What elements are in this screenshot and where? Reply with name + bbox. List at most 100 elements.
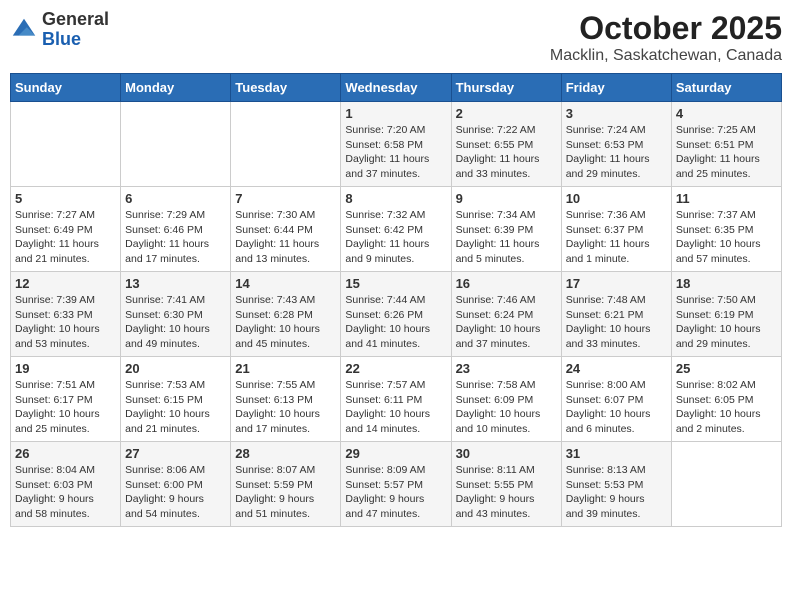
day-info: Sunrise: 7:41 AM Sunset: 6:30 PM Dayligh… [125, 293, 226, 352]
logo: General Blue [10, 10, 109, 50]
day-number: 22 [345, 361, 446, 376]
day-info: Sunrise: 8:04 AM Sunset: 6:03 PM Dayligh… [15, 463, 116, 522]
header-tuesday: Tuesday [231, 74, 341, 102]
day-number: 2 [456, 106, 557, 121]
day-number: 11 [676, 191, 777, 206]
day-number: 24 [566, 361, 667, 376]
calendar-cell: 16 Sunrise: 7:46 AM Sunset: 6:24 PM Dayli… [451, 272, 561, 357]
day-info: Sunrise: 7:24 AM Sunset: 6:53 PM Dayligh… [566, 123, 667, 182]
day-number: 6 [125, 191, 226, 206]
day-info: Sunrise: 7:51 AM Sunset: 6:17 PM Dayligh… [15, 378, 116, 437]
calendar-cell: 22Sunrise: 7:57 AM Sunset: 6:11 PM Dayli… [341, 357, 451, 442]
calendar-cell [671, 442, 781, 527]
day-number: 31 [566, 446, 667, 461]
day-number: 7 [235, 191, 336, 206]
day-info: Sunrise: 8:06 AM Sunset: 6:00 PM Dayligh… [125, 463, 226, 522]
day-info: Sunrise: 7:30 AM Sunset: 6:44 PM Dayligh… [235, 208, 336, 267]
calendar-cell: 19 Sunrise: 7:51 AM Sunset: 6:17 PM Dayli… [11, 357, 121, 442]
calendar-cell: 1Sunrise: 7:20 AM Sunset: 6:58 PM Daylig… [341, 102, 451, 187]
calendar-cell: 2 Sunrise: 7:22 AM Sunset: 6:55 PM Daylig… [451, 102, 561, 187]
day-number: 29 [345, 446, 446, 461]
calendar-subtitle: Macklin, Saskatchewan, Canada [550, 47, 782, 65]
logo-icon [10, 16, 38, 44]
calendar-cell: 31Sunrise: 8:13 AM Sunset: 5:53 PM Dayli… [561, 442, 671, 527]
calendar-cell: 5Sunrise: 7:27 AM Sunset: 6:49 PM Daylig… [11, 187, 121, 272]
day-info: Sunrise: 7:39 AM Sunset: 6:33 PM Dayligh… [15, 293, 116, 352]
week-row-3: 12 Sunrise: 7:39 AM Sunset: 6:33 PM Dayli… [11, 272, 782, 357]
week-row-5: 26Sunrise: 8:04 AM Sunset: 6:03 PM Dayli… [11, 442, 782, 527]
day-info: Sunrise: 7:36 AM Sunset: 6:37 PM Dayligh… [566, 208, 667, 267]
calendar-cell: 6 Sunrise: 7:29 AM Sunset: 6:46 PM Daylig… [121, 187, 231, 272]
day-number: 5 [15, 191, 116, 206]
week-row-2: 5Sunrise: 7:27 AM Sunset: 6:49 PM Daylig… [11, 187, 782, 272]
calendar-cell [121, 102, 231, 187]
calendar-cell: 4 Sunrise: 7:25 AM Sunset: 6:51 PM Daylig… [671, 102, 781, 187]
calendar-cell: 3 Sunrise: 7:24 AM Sunset: 6:53 PM Daylig… [561, 102, 671, 187]
week-row-1: 1Sunrise: 7:20 AM Sunset: 6:58 PM Daylig… [11, 102, 782, 187]
header-saturday: Saturday [671, 74, 781, 102]
day-number: 8 [345, 191, 446, 206]
calendar-cell: 28 Sunrise: 8:07 AM Sunset: 5:59 PM Dayli… [231, 442, 341, 527]
day-number: 20 [125, 361, 226, 376]
calendar-cell [11, 102, 121, 187]
day-info: Sunrise: 7:50 AM Sunset: 6:19 PM Dayligh… [676, 293, 777, 352]
day-info: Sunrise: 7:46 AM Sunset: 6:24 PM Dayligh… [456, 293, 557, 352]
calendar-cell: 10 Sunrise: 7:36 AM Sunset: 6:37 PM Dayli… [561, 187, 671, 272]
day-info: Sunrise: 8:09 AM Sunset: 5:57 PM Dayligh… [345, 463, 446, 522]
calendar-cell: 21Sunrise: 7:55 AM Sunset: 6:13 PM Dayli… [231, 357, 341, 442]
day-info: Sunrise: 8:00 AM Sunset: 6:07 PM Dayligh… [566, 378, 667, 437]
header-thursday: Thursday [451, 74, 561, 102]
calendar-cell: 30 Sunrise: 8:11 AM Sunset: 5:55 PM Dayli… [451, 442, 561, 527]
day-info: Sunrise: 8:02 AM Sunset: 6:05 PM Dayligh… [676, 378, 777, 437]
calendar-cell: 24 Sunrise: 8:00 AM Sunset: 6:07 PM Dayli… [561, 357, 671, 442]
header-friday: Friday [561, 74, 671, 102]
day-info: Sunrise: 7:44 AM Sunset: 6:26 PM Dayligh… [345, 293, 446, 352]
calendar-cell: 7 Sunrise: 7:30 AM Sunset: 6:44 PM Daylig… [231, 187, 341, 272]
day-info: Sunrise: 7:20 AM Sunset: 6:58 PM Dayligh… [345, 123, 446, 182]
day-info: Sunrise: 8:11 AM Sunset: 5:55 PM Dayligh… [456, 463, 557, 522]
calendar-cell: 9Sunrise: 7:34 AM Sunset: 6:39 PM Daylig… [451, 187, 561, 272]
day-info: Sunrise: 7:43 AM Sunset: 6:28 PM Dayligh… [235, 293, 336, 352]
day-number: 3 [566, 106, 667, 121]
day-info: Sunrise: 7:29 AM Sunset: 6:46 PM Dayligh… [125, 208, 226, 267]
day-info: Sunrise: 7:22 AM Sunset: 6:55 PM Dayligh… [456, 123, 557, 182]
day-number: 30 [456, 446, 557, 461]
day-number: 18 [676, 276, 777, 291]
page-header: General Blue October 2025 Macklin, Saska… [10, 10, 782, 65]
day-number: 14 [235, 276, 336, 291]
logo-line1: General [42, 10, 109, 30]
calendar-cell: 25 Sunrise: 8:02 AM Sunset: 6:05 PM Dayli… [671, 357, 781, 442]
header-monday: Monday [121, 74, 231, 102]
header-sunday: Sunday [11, 74, 121, 102]
day-number: 25 [676, 361, 777, 376]
day-number: 21 [235, 361, 336, 376]
day-number: 16 [456, 276, 557, 291]
calendar-cell: 27 Sunrise: 8:06 AM Sunset: 6:00 PM Dayli… [121, 442, 231, 527]
calendar-cell: 8Sunrise: 7:32 AM Sunset: 6:42 PM Daylig… [341, 187, 451, 272]
calendar-cell: 12 Sunrise: 7:39 AM Sunset: 6:33 PM Dayli… [11, 272, 121, 357]
day-number: 19 [15, 361, 116, 376]
day-info: Sunrise: 8:07 AM Sunset: 5:59 PM Dayligh… [235, 463, 336, 522]
day-number: 12 [15, 276, 116, 291]
day-number: 15 [345, 276, 446, 291]
day-number: 27 [125, 446, 226, 461]
calendar-cell: 11 Sunrise: 7:37 AM Sunset: 6:35 PM Dayli… [671, 187, 781, 272]
header-wednesday: Wednesday [341, 74, 451, 102]
day-number: 23 [456, 361, 557, 376]
calendar-table: SundayMondayTuesdayWednesdayThursdayFrid… [10, 73, 782, 527]
day-info: Sunrise: 7:58 AM Sunset: 6:09 PM Dayligh… [456, 378, 557, 437]
day-number: 17 [566, 276, 667, 291]
calendar-cell [231, 102, 341, 187]
logo-line2: Blue [42, 30, 109, 50]
day-number: 4 [676, 106, 777, 121]
calendar-cell: 13 Sunrise: 7:41 AM Sunset: 6:30 PM Dayli… [121, 272, 231, 357]
title-block: October 2025 Macklin, Saskatchewan, Cana… [550, 10, 782, 65]
calendar-cell: 23 Sunrise: 7:58 AM Sunset: 6:09 PM Dayli… [451, 357, 561, 442]
day-info: Sunrise: 7:25 AM Sunset: 6:51 PM Dayligh… [676, 123, 777, 182]
calendar-cell: 29 Sunrise: 8:09 AM Sunset: 5:57 PM Dayli… [341, 442, 451, 527]
calendar-cell: 18 Sunrise: 7:50 AM Sunset: 6:19 PM Dayli… [671, 272, 781, 357]
day-info: Sunrise: 7:37 AM Sunset: 6:35 PM Dayligh… [676, 208, 777, 267]
day-number: 28 [235, 446, 336, 461]
day-number: 10 [566, 191, 667, 206]
day-number: 13 [125, 276, 226, 291]
